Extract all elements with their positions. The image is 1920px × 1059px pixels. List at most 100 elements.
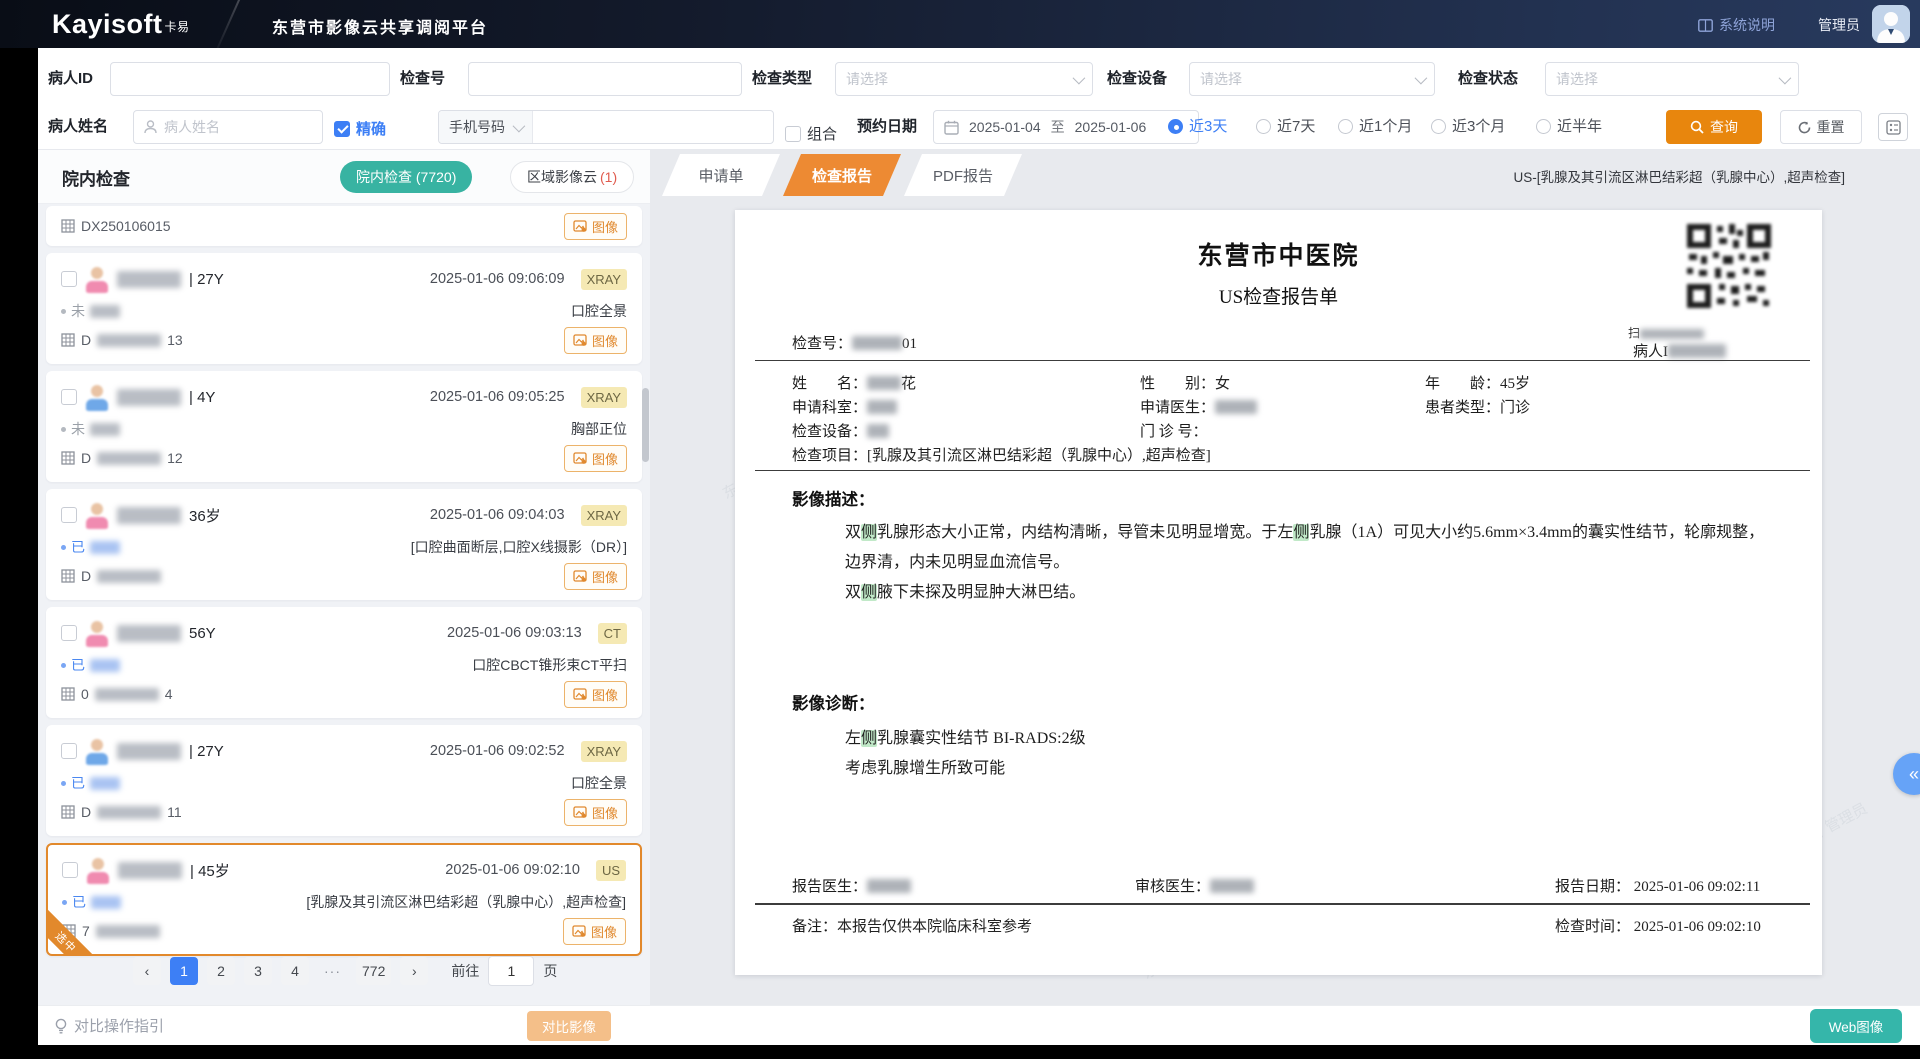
page-button-1[interactable]: 1 <box>170 957 198 985</box>
report-status: 未 <box>61 419 120 439</box>
exam-list-item[interactable]: | 4Y 2025-01-06 09:05:25 XRAY 未 胸部正位 D12… <box>46 371 642 482</box>
user-avatar[interactable] <box>1872 5 1910 43</box>
phone-type-select[interactable]: 手机号码 <box>439 111 533 143</box>
page-button-4[interactable]: 4 <box>281 957 309 985</box>
quick-range-0[interactable]: 近3天 <box>1168 110 1227 144</box>
compare-guide-link[interactable]: 对比操作指引 <box>54 1015 164 1036</box>
image-button[interactable]: 图像 <box>564 681 627 708</box>
web-image-button[interactable]: Web图像 <box>1810 1009 1902 1043</box>
list-scrollbar[interactable] <box>642 388 649 462</box>
phone-input[interactable] <box>533 111 773 143</box>
next-page-button[interactable]: › <box>400 957 428 985</box>
radio-icon[interactable] <box>1256 119 1271 134</box>
username-label[interactable]: 管理员 <box>1818 15 1860 35</box>
exam-list-item[interactable]: 36岁 2025-01-06 09:04:03 XRAY 已 [口腔曲面断层,口… <box>46 489 642 600</box>
exam-list-item[interactable]: | 45岁 2025-01-06 09:02:10 US 已 [乳腺及其引流区淋… <box>46 843 642 956</box>
quick-range-3[interactable]: 近3个月 <box>1431 110 1505 144</box>
status-dot <box>61 427 66 432</box>
reset-button[interactable]: 重置 <box>1780 110 1862 144</box>
report-exam-no: 检查号：01 <box>792 332 917 353</box>
exact-label: 精确 <box>356 121 386 138</box>
report-tab-0[interactable]: 申请单 <box>662 154 780 196</box>
image-button[interactable]: 图像 <box>564 445 627 472</box>
patient-name-redacted <box>117 271 181 288</box>
diagnosis-title: 影像诊断： <box>792 690 875 714</box>
status-dot <box>61 663 66 668</box>
item-checkbox[interactable] <box>61 625 77 641</box>
layout-icon <box>1886 120 1901 135</box>
status-redacted <box>90 305 120 318</box>
field-name: 姓 名：花 <box>792 372 916 393</box>
item-checkbox[interactable] <box>61 507 77 523</box>
combo-checkbox[interactable] <box>785 126 801 142</box>
item-status-row: 未 口腔全景 <box>61 300 627 322</box>
exam-list-header: 院内检查 院内检查 (7720) 区域影像云(1) <box>38 150 650 204</box>
date-range-picker[interactable]: 2025-01-04 至 2025-01-06 <box>933 110 1199 144</box>
combo-label: 组合 <box>807 126 837 143</box>
compare-images-button[interactable]: 对比影像 <box>527 1011 611 1041</box>
exam-type-placeholder: 请选择 <box>846 69 1073 89</box>
radio-icon[interactable] <box>1168 119 1183 134</box>
item-status-row: 已 [口腔曲面断层,口腔X线摄影（DR）] <box>61 536 627 558</box>
report-tab-2[interactable]: PDF报告 <box>904 154 1022 196</box>
report-tab-1[interactable]: 检查报告 <box>783 154 901 196</box>
accession-number: DX250106015 <box>61 218 177 234</box>
item-id-row: D12 图像 <box>61 445 627 471</box>
status-select[interactable]: 请选择 <box>1545 62 1799 96</box>
patient-id-input[interactable] <box>110 62 390 96</box>
radio-icon[interactable] <box>1338 119 1353 134</box>
report-status: 未 <box>61 301 120 321</box>
item-checkbox[interactable] <box>61 271 77 287</box>
grid-icon <box>61 687 75 701</box>
column-settings-button[interactable] <box>1878 113 1908 141</box>
goto-page-input[interactable] <box>488 956 534 986</box>
current-exam-title: US-[乳腺及其引流区淋巴结彩超（乳腺中心）,超声检查] <box>1513 166 1845 186</box>
exam-type-select[interactable]: 请选择 <box>835 62 1093 96</box>
tab-regional-cloud[interactable]: 区域影像云(1) <box>510 161 634 193</box>
tab-internal-exams[interactable]: 院内检查 (7720) <box>340 161 472 193</box>
quick-range-1[interactable]: 近7天 <box>1256 110 1315 144</box>
image-button[interactable]: 图像 <box>563 918 626 945</box>
page-button-3[interactable]: 3 <box>244 957 272 985</box>
patient-name-redacted <box>117 743 181 760</box>
exam-list-item[interactable]: 56Y 2025-01-06 09:03:13 CT 已 口腔CBCT锥形束CT… <box>46 607 642 718</box>
quick-range-label: 近3个月 <box>1452 118 1505 135</box>
exam-list-item[interactable]: DX250106015 图像 <box>46 206 642 246</box>
exam-no-input[interactable] <box>468 62 742 96</box>
image-button[interactable]: 图像 <box>564 563 627 590</box>
device-placeholder: 请选择 <box>1200 69 1415 89</box>
field-dept: 申请科室： <box>792 396 897 417</box>
image-button[interactable]: 图像 <box>564 799 627 826</box>
quick-range-2[interactable]: 近1个月 <box>1338 110 1412 144</box>
search-button[interactable]: 查询 <box>1666 110 1762 144</box>
item-header-row: | 4Y 2025-01-06 09:05:25 XRAY <box>61 382 627 412</box>
patient-age: 56Y <box>189 625 216 642</box>
device-select[interactable]: 请选择 <box>1189 62 1435 96</box>
radio-icon[interactable] <box>1536 119 1551 134</box>
exam-list-item[interactable]: | 27Y 2025-01-06 09:02:52 XRAY 已 口腔全景 D1… <box>46 725 642 836</box>
item-checkbox[interactable] <box>62 862 78 878</box>
quick-range-4[interactable]: 近半年 <box>1536 110 1602 144</box>
item-checkbox[interactable] <box>61 389 77 405</box>
item-checkbox[interactable] <box>61 743 77 759</box>
patient-age: 36岁 <box>189 505 221 526</box>
image-icon <box>573 570 587 583</box>
modality-badge: XRAY <box>581 387 627 408</box>
radio-icon[interactable] <box>1431 119 1446 134</box>
panel-title: 院内检查 <box>62 165 130 190</box>
page-button-772[interactable]: 772 <box>356 957 391 985</box>
patient-age: | 45岁 <box>190 860 230 881</box>
image-button[interactable]: 图像 <box>564 327 627 354</box>
prev-page-button[interactable]: ‹ <box>133 957 161 985</box>
patient-avatar <box>85 383 109 411</box>
report-type: US检查报告单 <box>735 282 1822 309</box>
exact-checkbox[interactable] <box>334 121 350 137</box>
image-icon <box>573 806 587 819</box>
image-button[interactable]: 图像 <box>564 213 627 240</box>
patient-name-input[interactable]: 病人姓名 <box>133 110 323 144</box>
filter-bar: 病人ID 检查号 检查类型 请选择 检查设备 请选择 检查状态 请选择 病人姓名… <box>38 48 1920 150</box>
person-avatar-icon <box>1872 5 1910 43</box>
page-button-2[interactable]: 2 <box>207 957 235 985</box>
system-help-link[interactable]: 系统说明 <box>1698 15 1775 35</box>
exam-list-item[interactable]: | 27Y 2025-01-06 09:06:09 XRAY 未 口腔全景 D1… <box>46 253 642 364</box>
